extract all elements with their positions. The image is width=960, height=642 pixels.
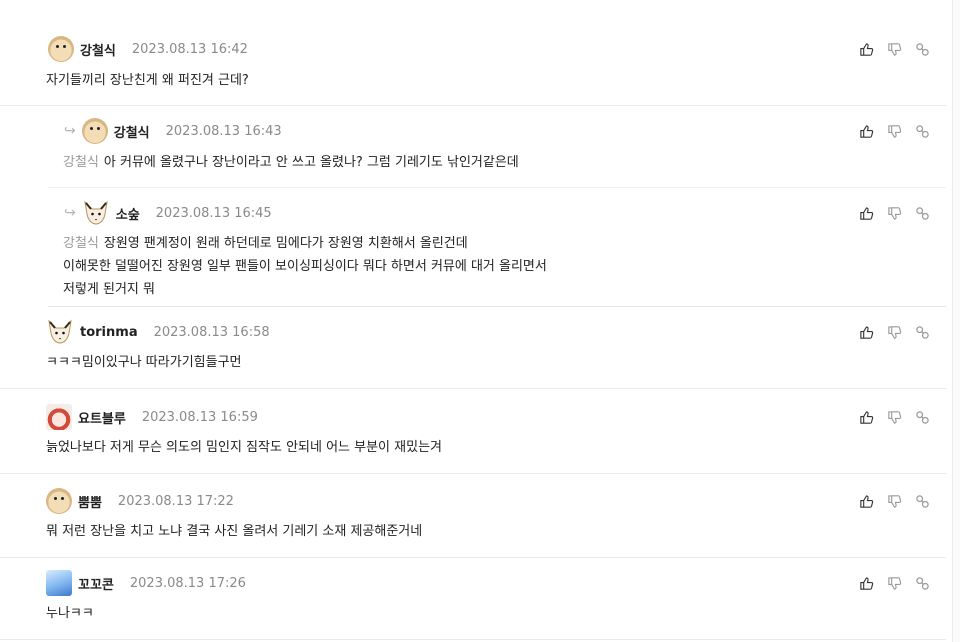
- thumbs-down-icon[interactable]: [887, 576, 902, 591]
- comment-actions: [859, 198, 930, 228]
- comment-date: 2023.08.13 16:42: [131, 41, 248, 57]
- comment: 요트블루 2023.08.13 16:59 늙었나보다 저게 무슨 의도의 밈인…: [0, 402, 946, 474]
- comment-header: ↪ 소숲 2023.08.13 16:45: [64, 198, 272, 228]
- mention-tag[interactable]: 강철식: [63, 155, 99, 170]
- mention-tag[interactable]: 강철식: [63, 236, 99, 251]
- comment-body: 강철식 아 커뮤에 올렸구나 장난이라고 안 쓰고 올렸나? 그럼 기레기도 낚인…: [63, 151, 519, 174]
- comment-text: ㅋㅋㅋ밈이있구나 따라가기힘들구먼: [46, 355, 242, 370]
- thumbs-down-icon[interactable]: [887, 124, 902, 139]
- comment-text: 늙었나보다 저게 무슨 의도의 밈인지 짐작도 안되네 어느 부분이 재밌는겨: [46, 440, 442, 455]
- thumbs-down-icon[interactable]: [887, 206, 902, 221]
- comment-text: 누나ㅋㅋ: [46, 606, 94, 621]
- comment: 강철식 2023.08.13 16:42 자기들끼리 장난친게 왜 퍼진겨 근데…: [0, 34, 946, 106]
- comment-header: ↪ 강철식 2023.08.13 16:43: [64, 116, 282, 146]
- username[interactable]: 소숲: [116, 204, 140, 223]
- link-icon[interactable]: [915, 206, 930, 221]
- comment-date: 2023.08.13 16:58: [153, 324, 270, 340]
- link-icon[interactable]: [915, 576, 930, 591]
- username[interactable]: 뿜뿜: [78, 492, 102, 511]
- thumbs-up-icon[interactable]: [859, 124, 874, 139]
- reply-arrow-icon: ↪: [64, 205, 76, 221]
- comment-date: 2023.08.13 16:45: [155, 205, 272, 221]
- comment-header: 뿜뿜 2023.08.13 17:22: [46, 486, 234, 516]
- avatar[interactable]: [46, 404, 72, 430]
- thumbs-down-icon[interactable]: [887, 325, 902, 340]
- thumbs-down-icon[interactable]: [887, 410, 902, 425]
- comment-body: 뭐 저런 장난을 치고 노냐 결국 사진 올려서 기레기 소재 제공해준거네: [46, 520, 422, 543]
- comment-date: 2023.08.13 16:43: [165, 123, 282, 139]
- thumbs-up-icon[interactable]: [859, 42, 874, 57]
- username[interactable]: 강철식: [114, 122, 150, 141]
- avatar[interactable]: [46, 488, 72, 514]
- comment-actions: [859, 568, 930, 598]
- comment-date: 2023.08.13 17:26: [129, 575, 246, 591]
- thumbs-down-icon[interactable]: [887, 494, 902, 509]
- comment-date: 2023.08.13 17:22: [117, 493, 234, 509]
- thumbs-up-icon[interactable]: [859, 410, 874, 425]
- comment-actions: [859, 317, 930, 347]
- comment-text: 아 커뮤에 올렸구나 장난이라고 안 쓰고 올렸나? 그럼 기레기도 낚인거같은…: [103, 155, 519, 170]
- comment-text: 장원영 팬계정이 원래 하던데로 밈에다가 장원영 치환해서 올린건데: [103, 236, 468, 251]
- avatar[interactable]: [81, 199, 110, 227]
- scrollbar[interactable]: [952, 0, 960, 642]
- comment-body: ㅋㅋㅋ밈이있구나 따라가기힘들구먼: [46, 351, 242, 374]
- avatar[interactable]: [46, 570, 72, 596]
- comment: 꼬꼬콘 2023.08.13 17:26 누나ㅋㅋ: [0, 568, 946, 640]
- comment-header: 요트블루 2023.08.13 16:59: [46, 402, 258, 432]
- comment: torinma 2023.08.13 16:58 ㅋㅋㅋ밈이있구나 따라가기힘들…: [0, 317, 946, 389]
- comment-date: 2023.08.13 16:59: [141, 409, 258, 425]
- comment-actions: [859, 402, 930, 432]
- avatar[interactable]: [46, 318, 74, 346]
- link-icon[interactable]: [915, 410, 930, 425]
- reply-arrow-icon: ↪: [64, 123, 76, 139]
- thumbs-up-icon[interactable]: [859, 494, 874, 509]
- avatar[interactable]: [48, 36, 74, 62]
- thumbs-up-icon[interactable]: [859, 325, 874, 340]
- comment-text: 저렇게 된거지 뭐: [63, 282, 155, 297]
- comment-body: 강철식 장원영 팬계정이 원래 하던데로 밈에다가 장원영 치환해서 올린건데 이…: [63, 232, 547, 301]
- comment-body: 자기들끼리 장난친게 왜 퍼진겨 근데?: [46, 69, 249, 92]
- username[interactable]: 요트블루: [78, 408, 126, 427]
- thumbs-up-icon[interactable]: [859, 206, 874, 221]
- comment-actions: [859, 34, 930, 64]
- comment-text: 이해못한 덜떨어진 장원영 일부 팬들이 보이싱피싱이다 뭐다 하면서 커뮤에 …: [63, 259, 547, 274]
- username[interactable]: 꼬꼬콘: [78, 574, 114, 593]
- link-icon[interactable]: [915, 42, 930, 57]
- reply-comment: ↪ 강철식 2023.08.13 16:43 강철식아 커뮤에 올렸구나 장난이…: [48, 116, 946, 188]
- username[interactable]: 강철식: [80, 40, 116, 59]
- comment-body: 누나ㅋㅋ: [46, 602, 94, 625]
- comment-text: 뭐 저런 장난을 치고 노냐 결국 사진 올려서 기레기 소재 제공해준거네: [46, 524, 423, 539]
- link-icon[interactable]: [915, 494, 930, 509]
- comment-body: 늙었나보다 저게 무슨 의도의 밈인지 짐작도 안되네 어느 부분이 재밌는겨: [46, 436, 442, 459]
- comment: 뿜뿜 2023.08.13 17:22 뭐 저런 장난을 치고 노냐 결국 사진…: [0, 486, 946, 558]
- link-icon[interactable]: [915, 124, 930, 139]
- avatar[interactable]: [81, 118, 108, 144]
- comment-header: 강철식 2023.08.13 16:42: [48, 34, 248, 64]
- thumbs-down-icon[interactable]: [887, 42, 902, 57]
- comment-actions: [859, 486, 930, 516]
- comment-header: torinma 2023.08.13 16:58: [46, 317, 270, 347]
- comment-actions: [859, 116, 930, 146]
- thumbs-up-icon[interactable]: [859, 576, 874, 591]
- reply-comment: ↪ 소숲 2023.08.13 16:45 강철식 장원영 팬계정이 원래 하던데…: [48, 198, 946, 307]
- comment-text: 자기들끼리 장난친게 왜 퍼진겨 근데?: [46, 73, 249, 88]
- comment-header: 꼬꼬콘 2023.08.13 17:26: [46, 568, 246, 598]
- username[interactable]: torinma: [80, 325, 138, 340]
- link-icon[interactable]: [915, 325, 930, 340]
